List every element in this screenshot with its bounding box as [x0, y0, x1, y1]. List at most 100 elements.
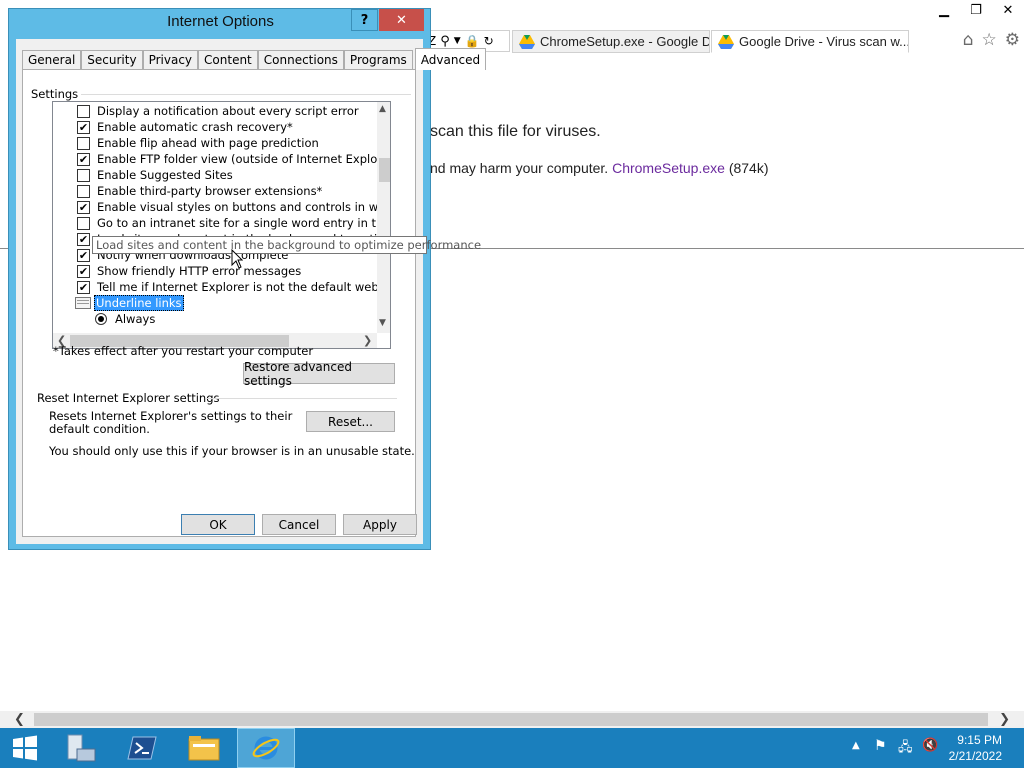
- tab-advanced[interactable]: Advanced: [414, 48, 487, 70]
- checkbox-unchecked[interactable]: [77, 184, 90, 198]
- show-hidden-icons-icon[interactable]: ▲: [852, 740, 860, 751]
- options-tabstrip: General Security Privacy Content Connect…: [22, 48, 487, 70]
- start-button[interactable]: [0, 728, 50, 768]
- flag-icon[interactable]: ⚑: [874, 738, 887, 754]
- setting-label: Enable automatic crash recovery*: [97, 120, 293, 134]
- setting-label: Tell me if Internet Explorer is not the …: [97, 280, 390, 294]
- scroll-left-icon[interactable]: ❮: [14, 712, 25, 727]
- radio-selected-icon[interactable]: [95, 313, 107, 325]
- setting-row[interactable]: ✔ Enable FTP folder view (outside of Inte…: [77, 151, 390, 167]
- setting-row[interactable]: ✔ Show friendly HTTP error messages: [77, 263, 301, 279]
- underline-links-label: Underline links: [94, 295, 184, 311]
- tab-connections[interactable]: Connections: [257, 50, 344, 69]
- tab-security[interactable]: Security: [81, 50, 143, 69]
- list-vertical-scrollbar[interactable]: ▲ ▼: [377, 102, 390, 333]
- setting-tooltip: Load sites and content in the background…: [92, 236, 481, 254]
- internet-options-dialog: Internet Options ? ✕ General Security Pr…: [8, 8, 487, 550]
- setting-row[interactable]: Display a notification about every scrip…: [77, 103, 359, 119]
- file-link[interactable]: ChromeSetup.exe: [612, 160, 725, 176]
- favorites-star-icon[interactable]: ☆: [982, 30, 997, 50]
- reset-description: Resets Internet Explorer's settings to t…: [49, 409, 293, 436]
- window-controls: ▁ ❐ ✕: [928, 0, 1024, 22]
- dialog-close-button[interactable]: ✕: [379, 9, 424, 31]
- google-drive-icon: [519, 34, 535, 49]
- checkbox-checked[interactable]: ✔: [77, 152, 90, 166]
- scroll-up-icon[interactable]: ▲: [379, 104, 386, 114]
- internet-explorer-taskbar-item[interactable]: [237, 728, 295, 768]
- reset-warning: You should only use this if your browser…: [49, 444, 415, 458]
- checkbox-checked[interactable]: ✔: [77, 120, 90, 134]
- scroll-right-icon[interactable]: ❯: [363, 334, 372, 347]
- settings-gear-icon[interactable]: ⚙: [1005, 30, 1020, 50]
- setting-row[interactable]: Go to an intranet site for a single word…: [77, 215, 390, 231]
- home-icon[interactable]: ⌂: [963, 30, 974, 50]
- always-option[interactable]: Always: [95, 311, 155, 327]
- file-explorer-taskbar-item[interactable]: [176, 728, 232, 768]
- tab-label: Google Drive - Virus scan w...: [739, 34, 909, 49]
- taskbar: ▲ ⚑ 🖧 🔇 9:15 PM 2/21/2022: [0, 728, 1024, 768]
- settings-list[interactable]: Display a notification about every scrip…: [52, 101, 391, 349]
- setting-row[interactable]: Enable flip ahead with page prediction: [77, 135, 319, 151]
- windows-logo-icon: [13, 735, 37, 761]
- list-scroll-thumb[interactable]: [379, 158, 390, 182]
- powershell-taskbar-item[interactable]: [114, 728, 170, 768]
- checkbox-unchecked[interactable]: [77, 216, 90, 230]
- checkbox-checked[interactable]: ✔: [77, 232, 90, 246]
- tab-virus-scan[interactable]: Google Drive - Virus scan w... ✕: [711, 30, 909, 53]
- setting-label: Go to an intranet site for a single word…: [97, 216, 390, 230]
- tab-privacy[interactable]: Privacy: [142, 50, 199, 69]
- checkbox-checked[interactable]: ✔: [77, 264, 90, 278]
- always-label: Always: [115, 312, 156, 326]
- minimize-button[interactable]: ▁: [928, 0, 960, 20]
- browser-icons: ⌂ ☆ ⚙: [963, 30, 1020, 50]
- setting-label: Enable visual styles on buttons and cont…: [97, 200, 390, 214]
- folder-icon: [188, 736, 220, 761]
- tab-programs[interactable]: Programs: [343, 50, 413, 69]
- restore-advanced-settings-button[interactable]: Restore advanced settings: [243, 360, 395, 388]
- reset-button[interactable]: Reset...: [306, 411, 395, 432]
- setting-label: Enable flip ahead with page prediction: [97, 136, 319, 150]
- scroll-down-icon[interactable]: ▼: [379, 318, 386, 328]
- scroll-thumb[interactable]: [34, 713, 988, 726]
- close-window-button[interactable]: ✕: [992, 0, 1024, 20]
- network-icon[interactable]: 🖧: [898, 738, 913, 760]
- checkbox-unchecked[interactable]: [77, 168, 90, 182]
- internet-explorer-icon: [252, 736, 280, 760]
- tab-chromesetup[interactable]: ChromeSetup.exe - Google Drive: [512, 30, 710, 53]
- scroll-right-icon[interactable]: ❯: [999, 712, 1010, 727]
- search-icon[interactable]: ⚲: [440, 34, 450, 49]
- reset-group-label: Reset Internet Explorer settings: [37, 391, 220, 405]
- refresh-icon[interactable]: ↻: [484, 34, 494, 48]
- category-icon: [75, 297, 91, 309]
- dropdown-icon[interactable]: ▼: [454, 36, 461, 46]
- checkbox-checked[interactable]: ✔: [77, 200, 90, 214]
- clock[interactable]: 9:15 PM 2/21/2022: [949, 732, 1002, 764]
- checkbox-checked[interactable]: ✔: [77, 248, 90, 262]
- setting-row[interactable]: ✔ Tell me if Internet Explorer is not the…: [77, 279, 390, 295]
- server-manager-icon: [67, 734, 96, 762]
- page-heading: scan this file for viruses.: [430, 123, 601, 140]
- underline-links-node[interactable]: Underline links: [75, 295, 184, 311]
- server-manager-taskbar-item[interactable]: [54, 728, 110, 768]
- checkbox-checked[interactable]: ✔: [77, 280, 90, 294]
- checkbox-unchecked[interactable]: [77, 104, 90, 118]
- setting-row[interactable]: ✔ Enable visual styles on buttons and con…: [77, 199, 390, 215]
- volume-muted-icon[interactable]: 🔇: [922, 738, 938, 753]
- page-horizontal-scrollbar[interactable]: ❮ ❯: [0, 711, 1024, 728]
- tab-general[interactable]: General: [22, 50, 82, 69]
- help-button[interactable]: ?: [351, 9, 378, 31]
- tab-content[interactable]: Content: [198, 50, 258, 69]
- google-drive-icon: [718, 34, 734, 49]
- warning-line: nd may harm your computer. ChromeSetup.e…: [430, 160, 769, 176]
- setting-row[interactable]: Enable third-party browser extensions*: [77, 183, 322, 199]
- checkbox-unchecked[interactable]: [77, 136, 90, 150]
- clock-date: 2/21/2022: [948, 749, 1002, 763]
- warning-text: nd may harm your computer.: [430, 160, 609, 176]
- apply-button[interactable]: Apply: [343, 514, 417, 535]
- setting-label: Show friendly HTTP error messages: [97, 264, 302, 278]
- setting-row[interactable]: Enable Suggested Sites: [77, 167, 233, 183]
- cancel-button[interactable]: Cancel: [262, 514, 336, 535]
- ok-button[interactable]: OK: [181, 514, 255, 535]
- restore-button[interactable]: ❐: [960, 0, 992, 20]
- setting-row[interactable]: ✔ Enable automatic crash recovery*: [77, 119, 293, 135]
